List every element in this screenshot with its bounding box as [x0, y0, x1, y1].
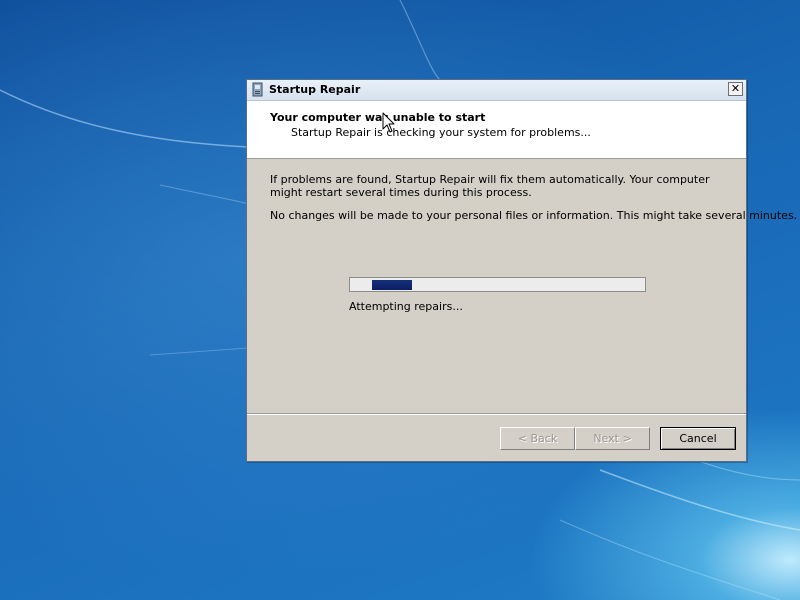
header-subtitle: Startup Repair is checking your system f… — [291, 126, 591, 139]
footer-separator — [247, 413, 746, 415]
progress-bar — [349, 277, 646, 292]
titlebar[interactable]: Startup Repair ✕ — [247, 80, 746, 101]
next-button[interactable]: Next > — [575, 427, 650, 450]
startup-repair-icon — [252, 82, 263, 97]
mouse-pointer-icon — [382, 112, 395, 133]
header-title: Your computer was unable to start — [270, 111, 486, 124]
info-paragraph-files: No changes will be made to your personal… — [270, 209, 798, 222]
startup-repair-dialog: Startup Repair ✕ Your computer was unabl… — [246, 79, 798, 462]
progress-status: Attempting repairs... — [349, 300, 463, 313]
close-button[interactable]: ✕ — [728, 82, 743, 96]
window-title: Startup Repair — [269, 83, 361, 96]
header-panel: Your computer was unable to start Startu… — [247, 101, 746, 159]
back-button[interactable]: < Back — [500, 427, 575, 450]
cancel-button[interactable]: Cancel — [660, 427, 736, 450]
info-paragraph-repair: If problems are found, Startup Repair wi… — [270, 173, 710, 199]
progress-marquee-chunk — [372, 280, 412, 290]
